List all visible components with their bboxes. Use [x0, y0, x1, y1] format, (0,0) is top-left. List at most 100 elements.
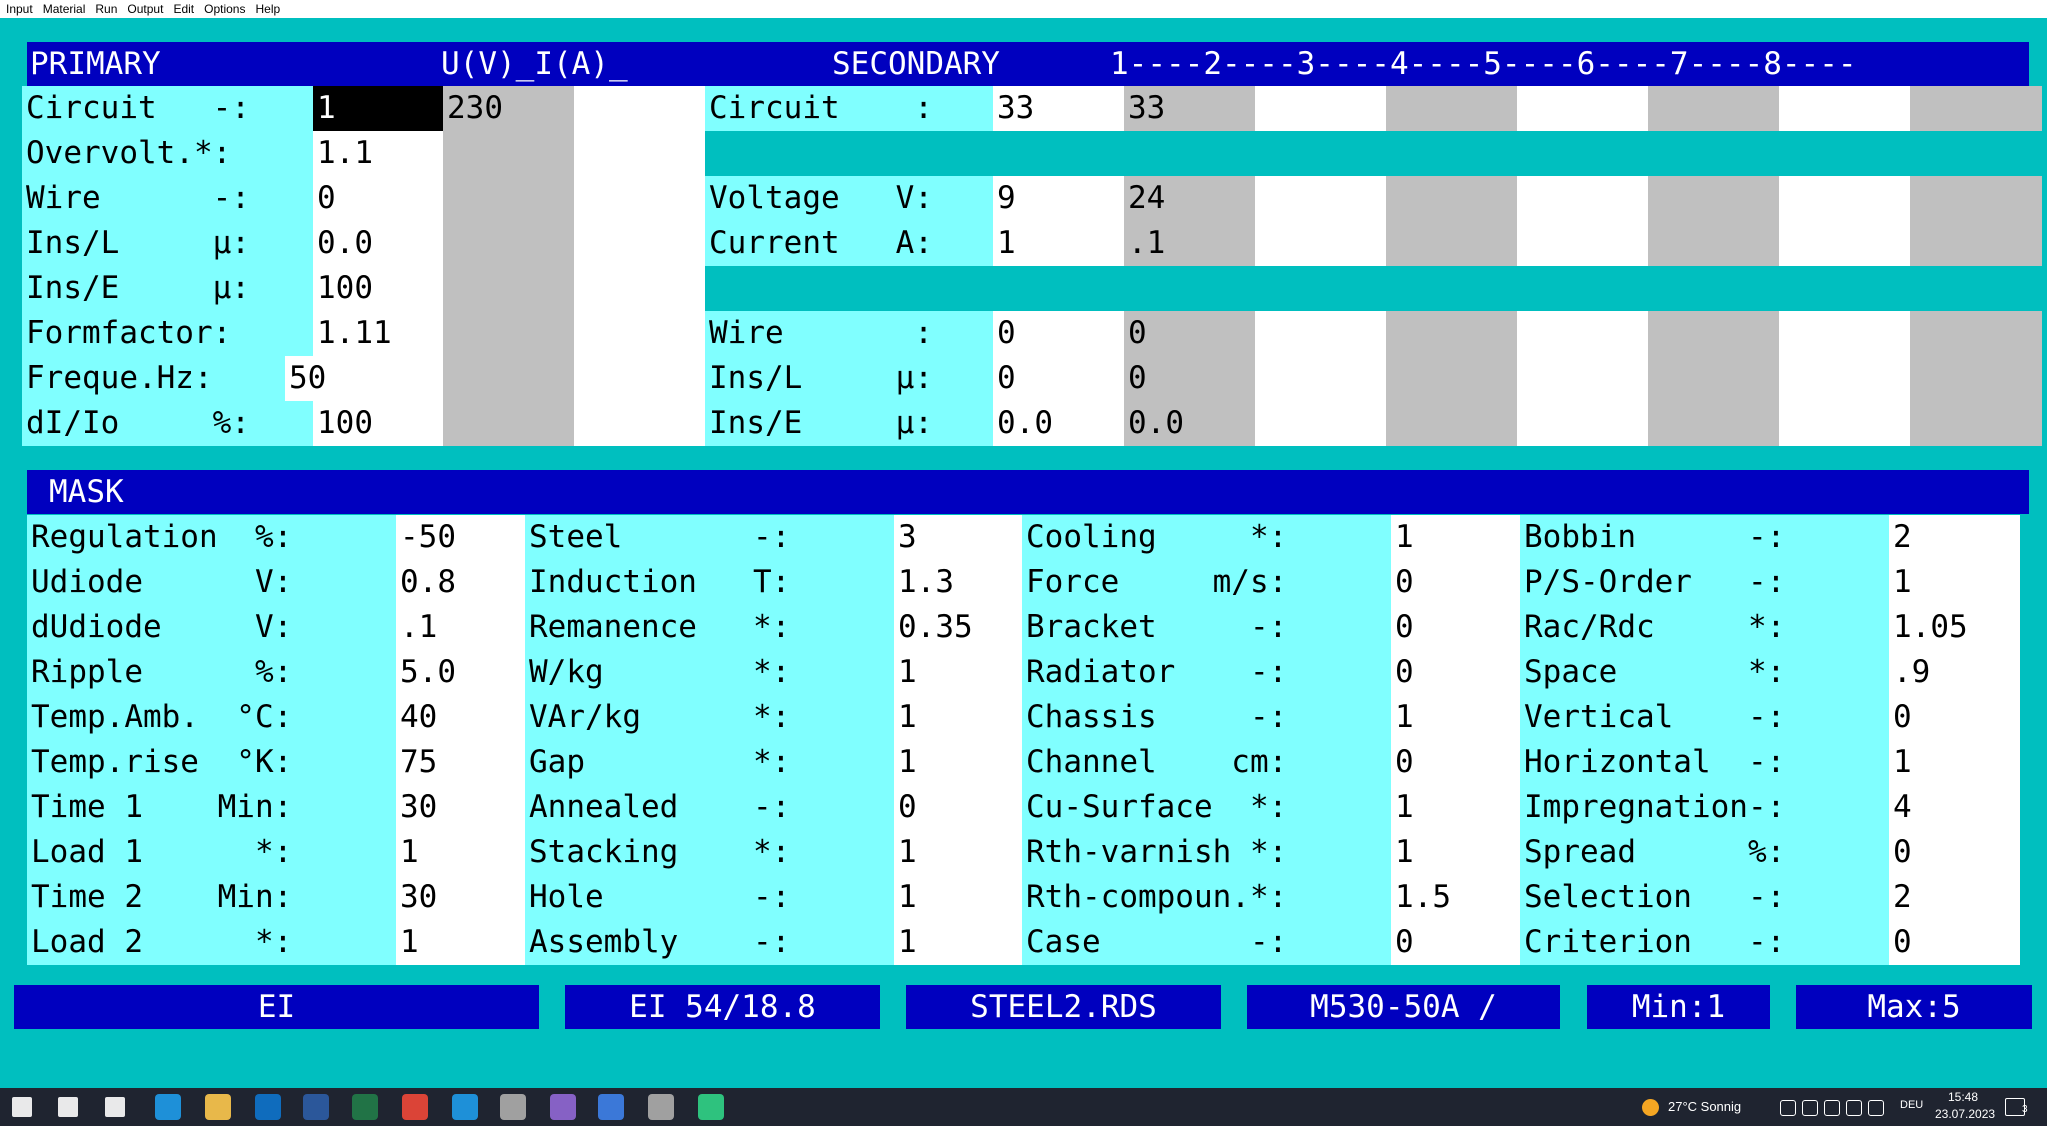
mask-value[interactable]: 1	[1391, 695, 1520, 740]
secondary-circuit-6-value[interactable]	[1648, 401, 1779, 446]
secondary-circuit-6-value[interactable]	[1648, 356, 1779, 401]
menu-item-help[interactable]: Help	[249, 0, 284, 18]
mask-value[interactable]: 1	[1391, 515, 1520, 560]
z-app-2-icon[interactable]	[648, 1094, 674, 1120]
secondary-circuit-1-value[interactable]: 33	[993, 86, 1124, 131]
secondary-circuit-8-value[interactable]	[1910, 401, 2042, 446]
mask-value[interactable]: 0	[1391, 920, 1520, 965]
secondary-circuit-4-value[interactable]	[1386, 311, 1517, 356]
secondary-circuit-7-value[interactable]	[1779, 176, 1910, 221]
secondary-circuit-8-value[interactable]	[1910, 176, 2042, 221]
secondary-circuit-3-value[interactable]	[1255, 356, 1386, 401]
menu-item-output[interactable]: Output	[121, 0, 167, 18]
secondary-circuit-2-value[interactable]: .1	[1124, 221, 1255, 266]
primary-value-3[interactable]	[574, 221, 705, 266]
tray-icon[interactable]	[1802, 1100, 1818, 1116]
primary-value-3[interactable]	[574, 266, 705, 311]
mask-value[interactable]: 0.8	[396, 560, 525, 605]
secondary-circuit-6-value[interactable]	[1648, 221, 1779, 266]
secondary-circuit-7-value[interactable]	[1779, 86, 1910, 131]
secondary-circuit-7-value[interactable]	[1779, 311, 1910, 356]
primary-value-2[interactable]	[443, 221, 574, 266]
mask-value[interactable]: 0	[1391, 740, 1520, 785]
mask-value[interactable]: 1	[894, 830, 1023, 875]
primary-value[interactable]: 1	[313, 86, 443, 131]
secondary-circuit-4-value[interactable]	[1386, 356, 1517, 401]
mask-value[interactable]: 1.05	[1889, 605, 2020, 650]
internet-explorer-icon[interactable]	[452, 1094, 478, 1120]
secondary-circuit-4-value[interactable]	[1386, 86, 1517, 131]
mask-value[interactable]: 75	[396, 740, 525, 785]
mask-value[interactable]: 1	[396, 920, 525, 965]
secondary-circuit-2-value[interactable]: 24	[1124, 176, 1255, 221]
secondary-circuit-2-value[interactable]: 0.0	[1124, 401, 1255, 446]
clock-date[interactable]: 23.07.2023	[1935, 1107, 1995, 1121]
a-app-icon[interactable]	[598, 1094, 624, 1120]
secondary-circuit-8-value[interactable]	[1910, 356, 2042, 401]
tray-icon[interactable]	[1780, 1100, 1796, 1116]
primary-value-2[interactable]	[443, 356, 574, 401]
mask-value[interactable]: 40	[396, 695, 525, 740]
visual-studio-icon[interactable]	[550, 1094, 576, 1120]
secondary-circuit-2-value[interactable]: 0	[1124, 311, 1255, 356]
tray-icon[interactable]	[1846, 1100, 1862, 1116]
file-explorer-icon[interactable]	[205, 1094, 231, 1120]
calculator-icon[interactable]	[698, 1094, 724, 1120]
secondary-circuit-5-value[interactable]	[1517, 86, 1648, 131]
secondary-circuit-5-value[interactable]	[1517, 311, 1648, 356]
secondary-circuit-5-value[interactable]	[1517, 176, 1648, 221]
mask-value[interactable]: 1	[894, 695, 1023, 740]
primary-value-3[interactable]	[574, 356, 705, 401]
secondary-circuit-6-value[interactable]	[1648, 86, 1779, 131]
primary-value-3[interactable]	[574, 176, 705, 221]
secondary-circuit-5-value[interactable]	[1517, 356, 1648, 401]
secondary-circuit-4-value[interactable]	[1386, 221, 1517, 266]
mask-value[interactable]: 0	[1889, 920, 2020, 965]
menu-item-material[interactable]: Material	[37, 0, 90, 18]
mask-value[interactable]: .9	[1889, 650, 2020, 695]
primary-value-3[interactable]	[574, 401, 705, 446]
menu-item-edit[interactable]: Edit	[167, 0, 198, 18]
primary-value-2[interactable]	[443, 266, 574, 311]
secondary-circuit-2-value[interactable]: 0	[1124, 356, 1255, 401]
primary-value[interactable]: 0	[313, 176, 443, 221]
secondary-circuit-3-value[interactable]	[1255, 86, 1386, 131]
tray-icon[interactable]	[1824, 1100, 1840, 1116]
secondary-circuit-7-value[interactable]	[1779, 401, 1910, 446]
primary-value-2[interactable]	[443, 401, 574, 446]
secondary-circuit-7-value[interactable]	[1779, 221, 1910, 266]
secondary-circuit-4-value[interactable]	[1386, 401, 1517, 446]
primary-value[interactable]: 100	[313, 266, 443, 311]
secondary-circuit-2-value[interactable]: 33	[1124, 86, 1255, 131]
primary-value[interactable]: 1.1	[313, 131, 443, 176]
mask-value[interactable]: 0.35	[894, 605, 1023, 650]
secondary-circuit-8-value[interactable]	[1910, 86, 2042, 131]
chrome-icon[interactable]	[402, 1094, 428, 1120]
secondary-circuit-5-value[interactable]	[1517, 401, 1648, 446]
primary-value-3[interactable]	[574, 131, 705, 176]
mask-value[interactable]: 2	[1889, 875, 2020, 920]
mask-value[interactable]: 3	[894, 515, 1023, 560]
primary-value[interactable]: 100	[313, 401, 443, 446]
mask-value[interactable]: 0	[1391, 605, 1520, 650]
secondary-circuit-3-value[interactable]	[1255, 221, 1386, 266]
mask-value[interactable]: 1	[396, 830, 525, 875]
secondary-circuit-4-value[interactable]	[1386, 176, 1517, 221]
mask-value[interactable]: 1	[894, 875, 1023, 920]
clock-time[interactable]: 15:48	[1948, 1090, 1978, 1104]
mask-value[interactable]: 1	[1889, 740, 2020, 785]
mask-value[interactable]: 30	[396, 875, 525, 920]
secondary-circuit-1-value[interactable]: 0.0	[993, 401, 1124, 446]
tray-icon[interactable]	[1868, 1100, 1884, 1116]
search-icon[interactable]	[58, 1097, 78, 1117]
secondary-circuit-6-value[interactable]	[1648, 311, 1779, 356]
mask-value[interactable]: .1	[396, 605, 525, 650]
windows-start-icon[interactable]	[12, 1097, 32, 1117]
mask-value[interactable]: 4	[1889, 785, 2020, 830]
mask-value[interactable]: 1	[894, 740, 1023, 785]
excel-icon[interactable]	[352, 1094, 378, 1120]
secondary-circuit-1-value[interactable]: 1	[993, 221, 1124, 266]
primary-value-frequency[interactable]: 50	[285, 356, 443, 401]
mask-value[interactable]: 1	[894, 920, 1023, 965]
primary-value-2[interactable]	[443, 311, 574, 356]
